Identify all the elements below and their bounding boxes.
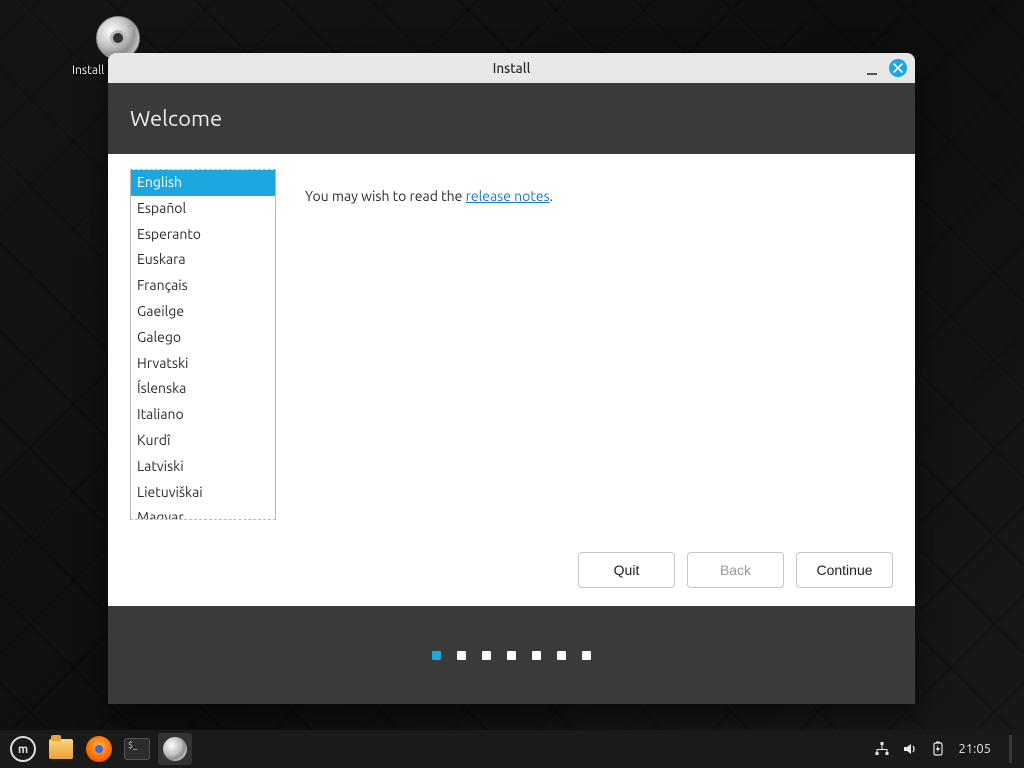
pager-dot	[432, 651, 441, 660]
language-list[interactable]: EnglishEspañolEsperantoEuskaraFrançaisGa…	[130, 169, 276, 520]
language-option[interactable]: Español	[131, 196, 275, 222]
language-option[interactable]: Íslenska	[131, 376, 275, 402]
language-option[interactable]: English	[131, 170, 275, 196]
language-option[interactable]: Magyar	[131, 505, 275, 520]
language-option[interactable]: Lietuviškai	[131, 480, 275, 506]
taskbar-terminal[interactable]	[120, 733, 154, 765]
taskbar-firefox[interactable]	[82, 733, 116, 765]
pager-dot	[507, 651, 516, 660]
language-option[interactable]: Kurdî	[131, 428, 275, 454]
show-desktop-button[interactable]	[1009, 735, 1012, 763]
mint-logo-icon: m	[10, 736, 36, 762]
pager-dot	[582, 651, 591, 660]
battery-icon	[930, 741, 946, 757]
close-icon	[893, 63, 903, 73]
language-option[interactable]: Esperanto	[131, 222, 275, 248]
installer-window: Install Welcome EnglishEspañolEsperantoE…	[108, 53, 915, 704]
installer-header: Welcome	[108, 83, 915, 154]
language-option[interactable]: Français	[131, 273, 275, 299]
installer-content: EnglishEspañolEsperantoEuskaraFrançaisGa…	[108, 154, 915, 606]
language-option[interactable]: Latviski	[131, 454, 275, 480]
release-notes-link[interactable]: release notes	[466, 188, 550, 204]
language-option[interactable]: Galego	[131, 325, 275, 351]
tray-clock[interactable]: 21:05	[958, 742, 991, 756]
language-option[interactable]: Gaeilge	[131, 299, 275, 325]
terminal-icon	[124, 738, 150, 760]
language-option[interactable]: Hrvatski	[131, 351, 275, 377]
wizard-button-row: Quit Back Continue	[578, 552, 893, 588]
volume-icon	[902, 741, 918, 757]
step-pager	[432, 651, 591, 660]
close-button[interactable]	[889, 59, 907, 77]
installer-footer	[108, 606, 915, 704]
taskbar-installer[interactable]	[158, 733, 192, 765]
pager-dot	[532, 651, 541, 660]
firefox-icon	[86, 736, 112, 762]
release-notes-text: You may wish to read the release notes.	[305, 188, 553, 204]
taskbar: m	[0, 730, 1024, 768]
folder-icon	[49, 739, 73, 759]
taskbar-files[interactable]	[44, 733, 78, 765]
pager-dot	[482, 651, 491, 660]
language-option[interactable]: Euskara	[131, 247, 275, 273]
window-titlebar[interactable]: Install	[108, 53, 915, 83]
optical-disc-icon	[163, 737, 187, 761]
window-title: Install	[493, 60, 531, 76]
minimize-button[interactable]	[865, 61, 879, 75]
page-title: Welcome	[130, 106, 222, 131]
info-prefix: You may wish to read the	[305, 188, 466, 204]
pager-dot	[457, 651, 466, 660]
tray-battery[interactable]	[930, 741, 946, 757]
info-suffix: .	[550, 188, 553, 204]
language-option[interactable]: Italiano	[131, 402, 275, 428]
back-button[interactable]: Back	[687, 552, 784, 588]
tray-network[interactable]	[874, 741, 890, 757]
network-icon	[874, 741, 890, 757]
pager-dot	[557, 651, 566, 660]
tray-volume[interactable]	[902, 741, 918, 757]
quit-button[interactable]: Quit	[578, 552, 675, 588]
menu-button[interactable]: m	[6, 733, 40, 765]
continue-button[interactable]: Continue	[796, 552, 893, 588]
